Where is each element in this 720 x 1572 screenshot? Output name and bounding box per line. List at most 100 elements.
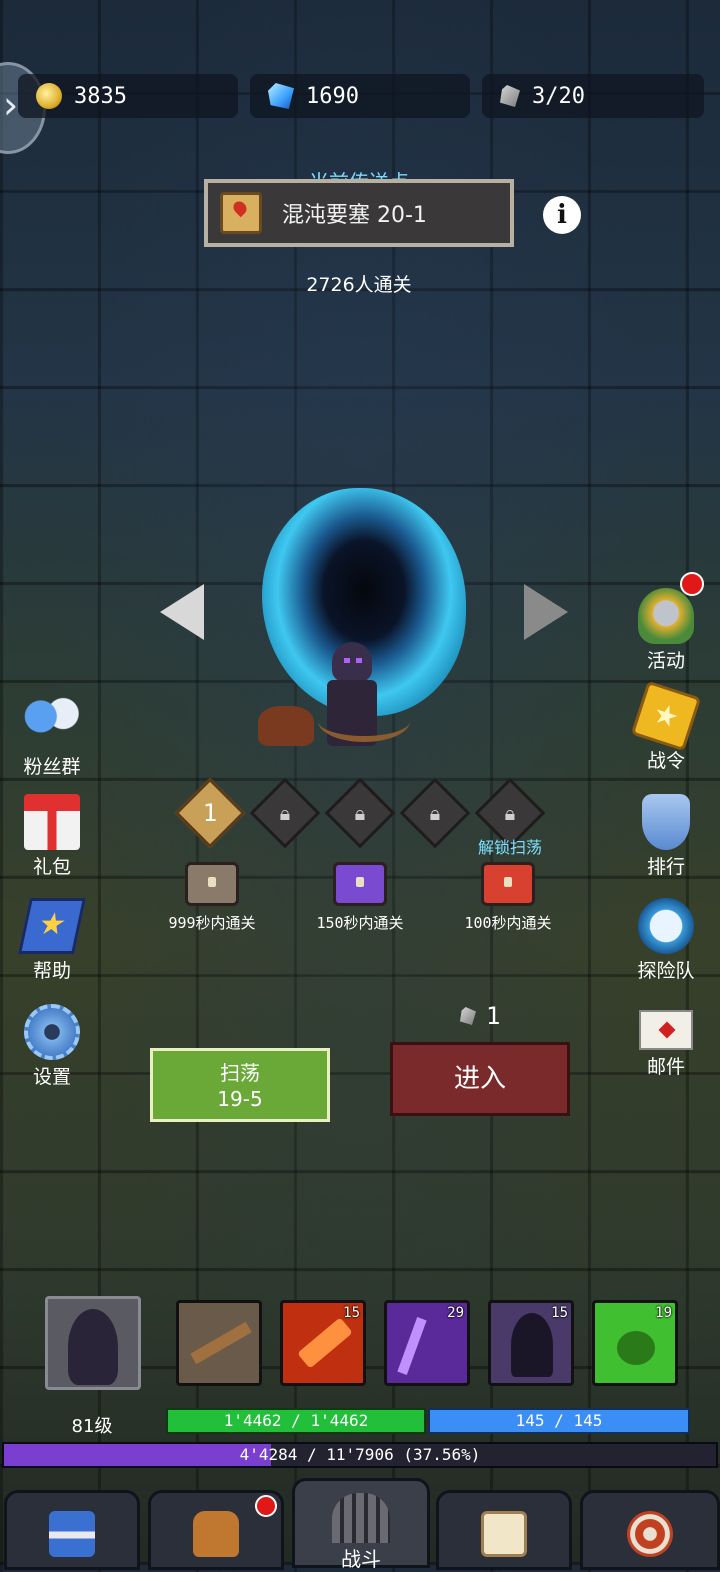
chest-reward-1[interactable]: 999秒内通关 (150, 862, 274, 933)
enter-label: 进入 (453, 1064, 506, 1094)
next-stage-button[interactable] (524, 584, 568, 640)
sweep-button[interactable]: 扫荡 19-5 (150, 1048, 330, 1122)
fan-group-icon (24, 694, 80, 750)
skill-level: 15 (551, 1305, 568, 1321)
info-icon: i (557, 200, 567, 230)
chest-icon (185, 862, 239, 906)
settings-label: 设置 (32, 1066, 71, 1088)
skill-slot-5[interactable]: 19 (592, 1300, 678, 1386)
enter-button[interactable]: 进入 (390, 1042, 570, 1116)
mp-bar: 145 / 145 (428, 1408, 690, 1434)
lock-icon: 🔒︎ (504, 801, 516, 825)
skill-slot-4[interactable]: 15 (488, 1300, 574, 1386)
stage-slot-1[interactable]: 1 (174, 777, 246, 849)
nav-target-tab[interactable] (580, 1490, 720, 1570)
sweep-label: 扫荡 (220, 1061, 260, 1085)
gold-counter[interactable]: 3835 (18, 74, 238, 118)
chest-condition: 999秒内通关 (168, 914, 256, 932)
green-paw-icon (617, 1331, 655, 1365)
nav-backpack-tab[interactable] (148, 1490, 284, 1570)
expedition-label: 探险队 (637, 960, 695, 982)
mp-text: 145 / 145 (515, 1411, 603, 1430)
stamina-counter[interactable]: 3/20 (482, 74, 704, 118)
battle-pass-icon: ★ (630, 680, 702, 752)
pet-companion (258, 706, 314, 746)
nav-shop-tab[interactable] (4, 1490, 140, 1570)
xp-text: 4'4284 / 11'7906 (37.56%) (239, 1445, 481, 1464)
skill-level: 29 (447, 1305, 464, 1321)
fan-group-button[interactable]: 粉丝群 (4, 694, 100, 779)
skill-slot-2[interactable]: 15 (280, 1300, 366, 1386)
help-book-icon: ★ (18, 898, 86, 954)
target-icon (627, 1511, 673, 1557)
previous-stage-button[interactable] (160, 584, 204, 640)
stamina-stone-icon (500, 85, 520, 107)
gift-icon (24, 794, 80, 850)
hooded-hero-icon (68, 1309, 118, 1385)
help-label: 帮助 (32, 960, 71, 982)
entry-cost: 1 (460, 1002, 500, 1030)
event-button[interactable]: 活动 (618, 572, 714, 673)
skill-slot-1[interactable] (176, 1300, 262, 1386)
chest-condition: 150秒内通关 (316, 914, 404, 932)
chest-condition: 100秒内通关 (464, 914, 552, 932)
shop-icon (49, 1511, 95, 1557)
chest-reward-2[interactable]: 150秒内通关 (298, 862, 422, 933)
event-label: 活动 (646, 650, 685, 672)
nav-quest-tab[interactable] (436, 1490, 572, 1570)
crossbow-bolts-icon (190, 1321, 252, 1365)
gold-amount: 3835 (74, 83, 127, 109)
trophy-icon (642, 794, 690, 850)
info-button[interactable]: i (543, 196, 581, 234)
hp-text: 1'4462 / 1'4462 (223, 1411, 369, 1430)
gift-label: 礼包 (32, 856, 71, 878)
fan-group-label: 粉丝群 (23, 756, 81, 778)
gem-counter[interactable]: 1690 (250, 74, 470, 118)
help-button[interactable]: ★ 帮助 (4, 898, 100, 983)
ranking-button[interactable]: 排行 (618, 794, 714, 879)
gear-icon (24, 1004, 80, 1060)
skill-level: 19 (655, 1305, 672, 1321)
notification-badge (255, 1495, 277, 1517)
map-icon (220, 192, 262, 234)
mail-label: 邮件 (646, 1056, 685, 1078)
battle-tab-label: 战斗 (341, 1547, 381, 1571)
dungeon-gate-icon (332, 1493, 390, 1543)
shadow-arrows-icon (397, 1317, 427, 1375)
location-selector[interactable]: 混沌要塞 20-1 (204, 179, 514, 247)
hero-level: 81级 (71, 1416, 113, 1437)
unlock-sweep-label: 解锁扫荡 (477, 838, 542, 857)
chest-icon (481, 862, 535, 906)
expedition-clock-icon (638, 898, 694, 954)
mail-button[interactable]: 邮件 (618, 1010, 714, 1079)
expedition-button[interactable]: 探险队 (618, 898, 714, 983)
battle-pass-button[interactable]: ★ 战令 (618, 680, 714, 773)
entry-cost-value: 1 (486, 1002, 501, 1030)
lock-icon: 🔒︎ (279, 801, 291, 825)
nav-battle-tab[interactable]: 战斗 (292, 1478, 430, 1571)
hooded-assassin-icon (511, 1313, 553, 1377)
hero-portrait[interactable] (45, 1296, 141, 1390)
sweep-stage: 19-5 (217, 1087, 263, 1111)
backpack-icon (193, 1511, 239, 1557)
skill-level: 15 (343, 1305, 360, 1321)
location-name: 混沌要塞 20-1 (282, 203, 427, 228)
lock-icon: 🔒︎ (429, 801, 441, 825)
stage-slot-3[interactable]: 🔒︎ (324, 777, 396, 849)
chevron-right-icon: › (3, 83, 19, 127)
chest-reward-3[interactable]: 100秒内通关 (446, 862, 570, 933)
stage-slot-2[interactable]: 🔒︎ (249, 777, 321, 849)
quest-book-icon (481, 1511, 527, 1557)
stamina-stone-icon (460, 1007, 476, 1025)
gold-coin-icon (36, 83, 62, 109)
settings-button[interactable]: 设置 (4, 1004, 100, 1089)
battle-pass-label: 战令 (646, 750, 685, 772)
skill-slot-3[interactable]: 29 (384, 1300, 470, 1386)
notification-badge (680, 572, 704, 596)
gift-button[interactable]: 礼包 (4, 794, 100, 879)
chest-icon (333, 862, 387, 906)
ranking-label: 排行 (646, 856, 685, 878)
clear-count: 2726人通关 (306, 274, 412, 296)
mail-icon (639, 1010, 693, 1050)
lock-icon: 🔒︎ (354, 801, 366, 825)
